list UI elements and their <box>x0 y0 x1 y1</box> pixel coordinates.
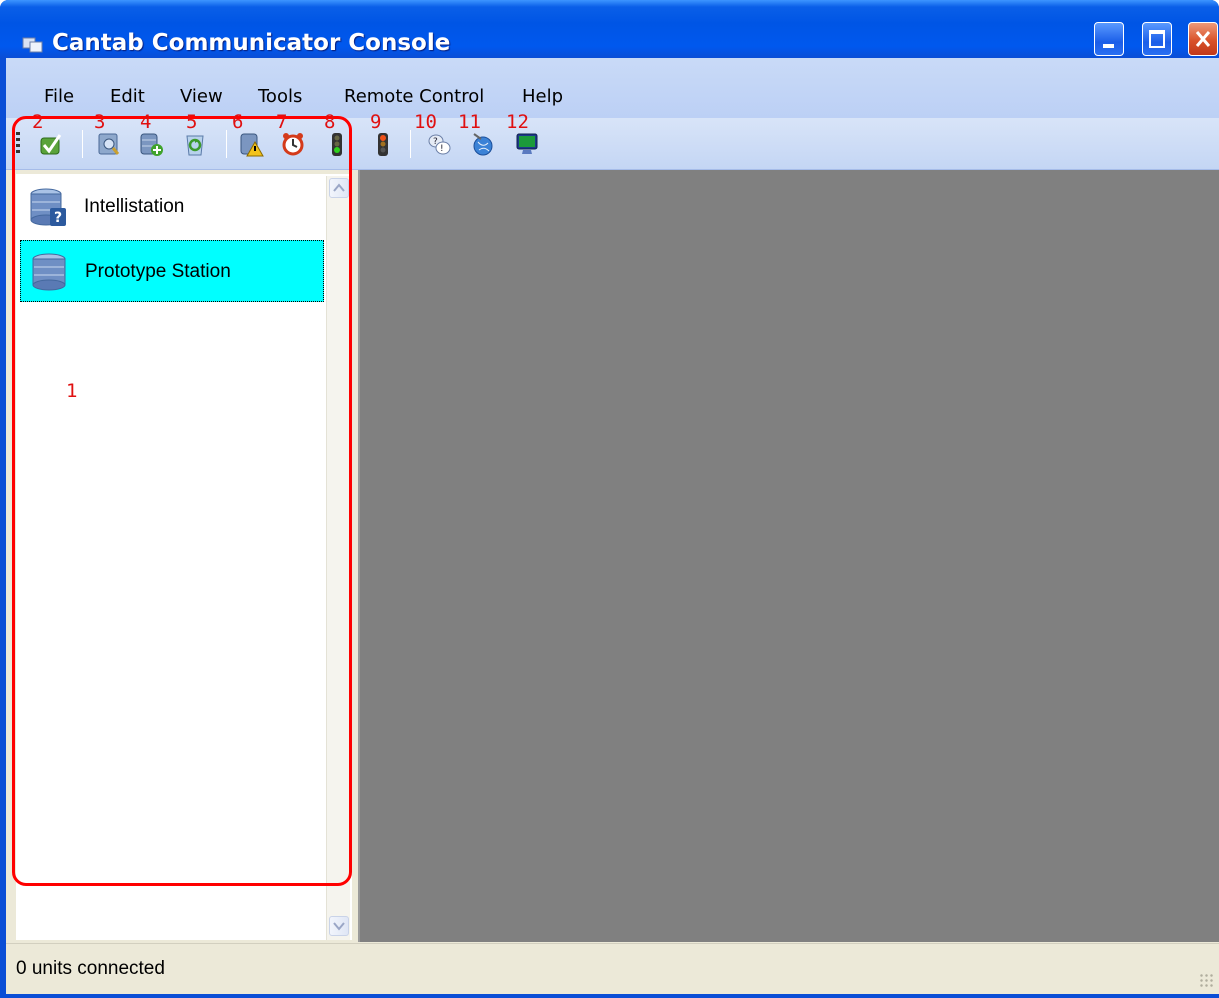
callout-number: 9 <box>370 111 382 133</box>
minimize-button[interactable] <box>1094 22 1124 56</box>
station-label: Intellistation <box>84 196 185 217</box>
scroll-down-button[interactable] <box>329 916 349 936</box>
add-station-button[interactable] <box>138 130 164 158</box>
toolbar-separator <box>410 130 411 158</box>
status-bar: 0 units connected <box>6 943 1219 993</box>
toolbar-separator <box>226 130 227 158</box>
checkmark-icon <box>40 134 62 155</box>
toolbar-separator <box>82 130 83 158</box>
callout-number: 10 <box>414 111 437 133</box>
close-icon <box>1195 31 1211 47</box>
vertical-scrollbar[interactable] <box>326 176 350 940</box>
menu-tools[interactable]: Tools <box>258 86 302 107</box>
globe-satellite-icon <box>473 133 493 156</box>
resize-grip[interactable] <box>1199 973 1213 987</box>
callout-number: 12 <box>506 111 529 133</box>
menu-edit[interactable]: Edit <box>110 86 145 107</box>
chevron-down-icon <box>333 922 345 931</box>
menu-remote-control[interactable]: Remote Control <box>344 86 484 107</box>
scan-icon <box>98 133 120 155</box>
traffic-light-red-button[interactable] <box>370 130 396 158</box>
checkmark-button[interactable] <box>38 130 64 158</box>
callout-number: 4 <box>140 111 152 133</box>
station-item-prototype-station[interactable]: Prototype Station <box>20 240 324 302</box>
close-button[interactable] <box>1188 22 1218 56</box>
add-station-icon <box>140 133 163 156</box>
maximize-button[interactable] <box>1142 22 1172 56</box>
status-text: 0 units connected <box>16 958 165 979</box>
menu-bar: File Edit View Tools Remote Control Help <box>6 58 1219 118</box>
menu-help[interactable]: Help <box>522 86 563 107</box>
scroll-up-button[interactable] <box>329 178 349 198</box>
recycle-icon <box>186 135 204 156</box>
alarm-clock-icon <box>282 133 304 156</box>
callout-number: 11 <box>458 111 481 133</box>
app-icon <box>22 37 43 53</box>
callout-number: 6 <box>232 111 244 133</box>
main-workspace[interactable] <box>358 170 1219 942</box>
callout-number: 7 <box>276 111 288 133</box>
station-item-intellistation[interactable]: ? Intellistation <box>20 176 324 238</box>
station-label: Prototype Station <box>85 261 231 282</box>
scan-button[interactable] <box>96 130 122 158</box>
svg-text:!: ! <box>440 144 444 154</box>
warning-station-button[interactable] <box>238 130 264 158</box>
globe-satellite-button[interactable] <box>470 130 496 158</box>
help-chat-icon: ? ! <box>428 134 451 155</box>
title-bar[interactable]: Cantab Communicator Console <box>0 0 1219 58</box>
traffic-light-green-button[interactable] <box>324 130 350 158</box>
app-window: Cantab Communicator Console File Edit Vi… <box>0 0 1219 998</box>
alarm-clock-button[interactable] <box>280 130 306 158</box>
recycle-button[interactable] <box>182 130 208 158</box>
callout-number: 8 <box>324 111 336 133</box>
window-title: Cantab Communicator Console <box>52 30 451 56</box>
maximize-icon <box>1149 30 1165 48</box>
callout-number: 1 <box>66 380 78 402</box>
client-area: File Edit View Tools Remote Control Help <box>6 58 1219 994</box>
callout-number: 2 <box>32 111 44 133</box>
unknown-station-icon: ? <box>30 188 66 226</box>
warning-station-icon <box>240 133 264 157</box>
traffic-light-red-icon <box>378 133 388 156</box>
help-chat-button[interactable]: ? ! <box>426 130 452 158</box>
svg-text:?: ? <box>54 210 62 226</box>
menu-view[interactable]: View <box>180 86 223 107</box>
station-list-panel[interactable]: ? Intellistation Prototype Station <box>16 174 352 940</box>
callout-number: 5 <box>186 111 198 133</box>
monitor-icon <box>516 133 538 154</box>
minimize-icon <box>1103 44 1114 48</box>
menu-file[interactable]: File <box>44 86 74 107</box>
traffic-light-green-icon <box>332 133 342 156</box>
chevron-up-icon <box>333 183 345 192</box>
monitor-button[interactable] <box>514 130 540 158</box>
callout-number: 3 <box>94 111 106 133</box>
station-icon <box>32 253 66 291</box>
svg-text:?: ? <box>433 137 438 147</box>
toolbar-grip[interactable] <box>16 132 20 156</box>
